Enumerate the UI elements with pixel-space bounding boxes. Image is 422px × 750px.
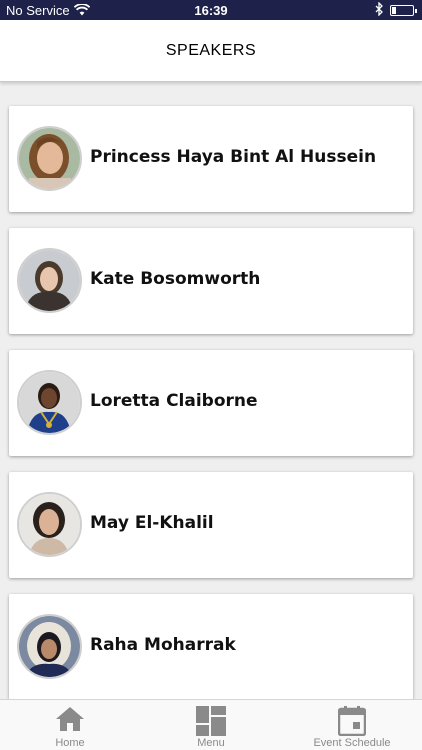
- speaker-card[interactable]: Loretta Claiborne: [9, 350, 413, 456]
- speaker-name: Princess Haya Bint Al Hussein: [90, 147, 377, 167]
- speaker-card[interactable]: Princess Haya Bint Al Hussein: [9, 106, 413, 212]
- tab-home-label: Home: [55, 737, 85, 749]
- speaker-card[interactable]: May El-Khalil: [9, 472, 413, 578]
- header: SPEAKERS: [0, 20, 422, 82]
- speaker-avatar: [17, 248, 82, 313]
- tab-bar: Home Menu Event Schedule: [0, 699, 422, 750]
- speaker-avatar: [17, 126, 82, 191]
- speaker-name: May El-Khalil: [90, 513, 214, 533]
- speaker-name: Raha Moharrak: [90, 635, 236, 655]
- bluetooth-icon: [375, 1, 384, 19]
- tab-menu-label: Menu: [197, 737, 225, 749]
- clock: 16:39: [194, 3, 228, 18]
- speakers-list[interactable]: Princess Haya Bint Al Hussein Kate Bosom…: [0, 82, 422, 699]
- speaker-card[interactable]: Raha Moharrak: [9, 594, 413, 699]
- tab-menu[interactable]: Menu: [141, 700, 281, 750]
- speaker-name: Kate Bosomworth: [90, 269, 261, 289]
- speaker-name: Loretta Claiborne: [90, 391, 258, 411]
- tab-event-schedule[interactable]: Event Schedule: [282, 700, 422, 750]
- battery-icon: [390, 5, 417, 16]
- tab-event-schedule-label: Event Schedule: [313, 737, 391, 749]
- tab-home[interactable]: Home: [0, 700, 140, 750]
- home-icon: [55, 706, 85, 737]
- calendar-icon: [337, 706, 367, 741]
- grid-icon: [196, 706, 226, 741]
- speaker-card[interactable]: Kate Bosomworth: [9, 228, 413, 334]
- speaker-avatar: [17, 370, 82, 435]
- battery-level: [392, 7, 396, 14]
- speaker-avatar: [17, 614, 82, 679]
- page-title: SPEAKERS: [165, 42, 257, 59]
- speaker-avatar: [17, 492, 82, 557]
- status-bar: No Service 16:39: [0, 0, 422, 20]
